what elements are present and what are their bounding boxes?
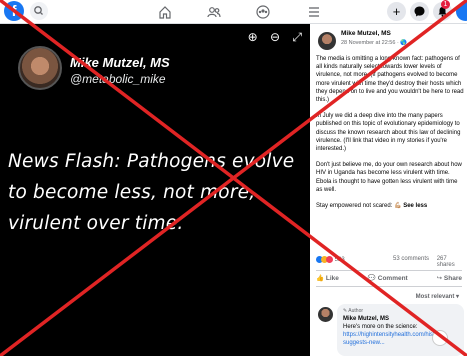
search-icon [34,6,43,15]
share-label: Share [443,275,462,282]
tweet-author-name: Mike Mutzel, MS [70,55,170,70]
commenter-name[interactable]: Mike Mutzel, MS [343,315,458,323]
post-paragraph: Don't just believe me, do your own resea… [316,162,462,193]
post-paragraph: In July we did a deep dive into the many… [316,113,461,153]
comment-icon: 💬 [367,275,376,282]
account-button[interactable] [456,2,467,21]
post-actions: 👍 Like 💬 Comment ↪ Share [316,274,462,282]
share-icon: ↪ [436,275,443,282]
reaction-summary[interactable]: 523 [316,256,345,263]
facebook-logo[interactable]: f [4,1,24,21]
share-button[interactable]: ↪ Share [437,274,462,282]
post-paragraph: The media is omitting a long-known fact:… [316,56,464,104]
see-less-link[interactable]: See less [403,203,427,209]
tweet-handle: @metabolic_mike [70,72,166,86]
reaction-count: 523 [334,257,345,264]
love-reaction-icon [326,256,333,263]
like-label: Like [325,275,339,282]
divider [316,270,462,271]
create-button[interactable]: + [387,2,406,21]
shares-count[interactable]: 267 shares [437,256,461,268]
home-icon[interactable] [157,4,173,20]
author-avatar[interactable] [318,32,336,50]
thumbs-up-icon: 👍 [316,275,325,282]
friends-icon[interactable] [206,4,222,20]
post-closing: Stay empowered not scared: 💪🏼 See less [316,202,464,210]
messenger-button[interactable] [410,2,429,21]
post-body: The media is omitting a long-known fact:… [316,55,464,218]
comments-count[interactable]: 53 comments [393,256,429,262]
groups-icon[interactable] [255,4,271,20]
post-side-panel: Mike Mutzel, MS 28 November at 22:56 · 🌎… [310,24,467,356]
divider [316,286,462,287]
like-button[interactable]: 👍 Like [316,274,339,282]
fullscreen-icon[interactable]: ⤢ [292,30,302,44]
post-timestamp[interactable]: 28 November at 22:56 · 🌎 [341,40,407,46]
notification-badge: 1 [441,0,450,9]
comment-button[interactable]: 💬 Comment [368,274,408,282]
post-author-name[interactable]: Mike Mutzel, MS [341,30,391,37]
top-navigation-bar: f + 1 [0,0,467,24]
tweet-avatar [18,46,62,90]
commenter-avatar[interactable] [318,307,333,322]
chat-bubble-icon[interactable] [432,330,448,346]
plus-icon: + [392,4,401,19]
comment-bubble: ✎ Author Mike Mutzel, MS Here's more on … [337,304,464,356]
author-badge: ✎ Author [343,308,364,314]
comment-label: Comment [377,275,408,282]
photo-tools: ⊕ ⊖ ⤢ [239,30,302,45]
post-closing-text: Stay empowered not scared: 💪🏼 [316,203,402,210]
comment-sort-dropdown[interactable]: Most relevant ▾ [416,293,459,300]
messenger-icon [414,6,425,17]
search-button[interactable] [30,2,48,20]
zoom-out-icon[interactable]: ⊖ [270,30,280,44]
photo-viewer: ⊕ ⊖ ⤢ Mike Mutzel, MS @metabolic_mike Ne… [0,24,310,356]
zoom-in-icon[interactable]: ⊕ [248,30,258,44]
engagement-counts: 53 comments 267 shares [393,256,461,268]
menu-icon[interactable] [306,4,322,20]
tweet-text: News Flash: Pathogens evolve to become l… [8,151,295,234]
